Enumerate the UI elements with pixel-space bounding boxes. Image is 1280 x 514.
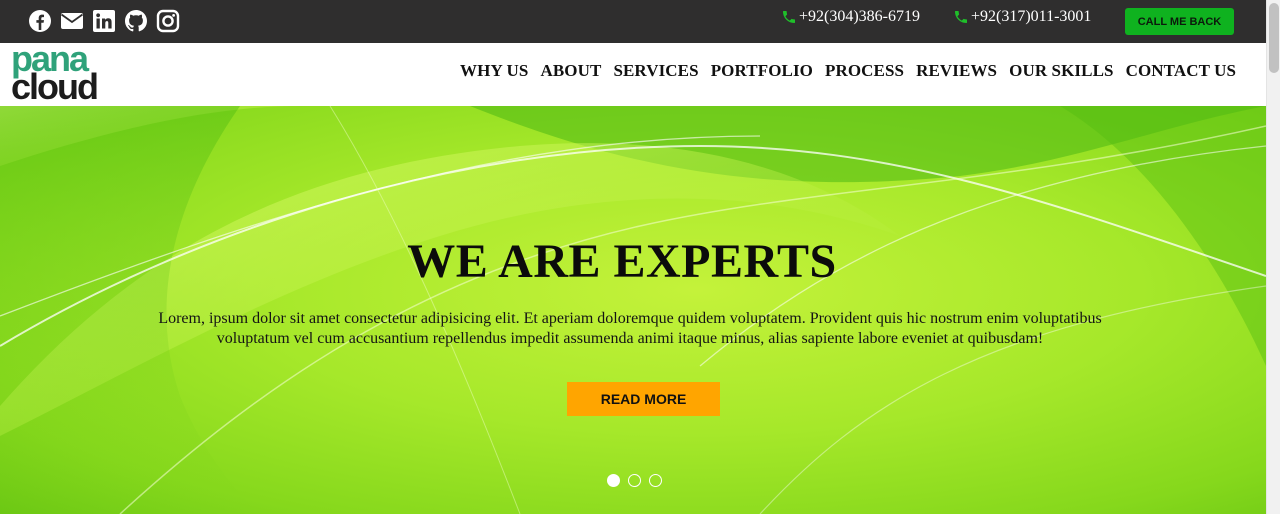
carousel-dot-3[interactable] <box>649 474 662 487</box>
phone-number-1[interactable]: +92(304)386-6719 <box>781 8 920 26</box>
logo[interactable]: pana cloud <box>11 41 99 107</box>
logo-line-2: cloud <box>11 66 99 107</box>
social-links <box>28 9 180 33</box>
scrollbar-thumb[interactable] <box>1269 3 1279 73</box>
main-navbar: pana cloud WHY US ABOUT SERVICES PORTFOL… <box>0 41 1266 107</box>
nav-item-contact-us[interactable]: CONTACT US <box>1126 61 1236 81</box>
carousel-dot-2[interactable] <box>628 474 641 487</box>
carousel-dot-1[interactable] <box>607 474 620 487</box>
phone-number-2[interactable]: +92(317)011-3001 <box>953 8 1091 26</box>
nav-item-services[interactable]: SERVICES <box>613 61 698 81</box>
github-icon[interactable] <box>124 9 148 33</box>
call-me-back-button[interactable]: CALL ME BACK <box>1125 8 1234 35</box>
nav-item-our-skills[interactable]: OUR SKILLS <box>1009 61 1113 81</box>
nav-item-reviews[interactable]: REVIEWS <box>916 61 997 81</box>
hero-description: Lorem, ipsum dolor sit amet consectetur … <box>158 310 1102 347</box>
hero-carousel: WE ARE EXPERTS Lorem, ipsum dolor sit am… <box>0 106 1266 514</box>
facebook-icon[interactable] <box>28 9 52 33</box>
phone-icon <box>783 11 795 23</box>
top-bar: +92(304)386-6719 +92(317)011-3001 CALL M… <box>0 0 1266 43</box>
page-scrollbar[interactable] <box>1266 0 1280 514</box>
carousel-indicators <box>607 474 662 487</box>
nav-menu: WHY US ABOUT SERVICES PORTFOLIO PROCESS … <box>460 61 1236 81</box>
nav-item-process[interactable]: PROCESS <box>825 61 904 81</box>
envelope-icon[interactable] <box>60 9 84 33</box>
linkedin-icon[interactable] <box>92 9 116 33</box>
nav-item-why-us[interactable]: WHY US <box>460 61 528 81</box>
nav-item-about[interactable]: ABOUT <box>540 61 601 81</box>
nav-item-portfolio[interactable]: PORTFOLIO <box>711 61 813 81</box>
read-more-button[interactable]: READ MORE <box>567 382 720 416</box>
instagram-icon[interactable] <box>156 9 180 33</box>
phone-number-2-text: +92(317)011-3001 <box>971 8 1092 25</box>
hero-title: WE ARE EXPERTS <box>407 235 837 288</box>
phone-icon <box>955 11 967 23</box>
phone-number-1-text: +92(304)386-6719 <box>799 8 921 25</box>
